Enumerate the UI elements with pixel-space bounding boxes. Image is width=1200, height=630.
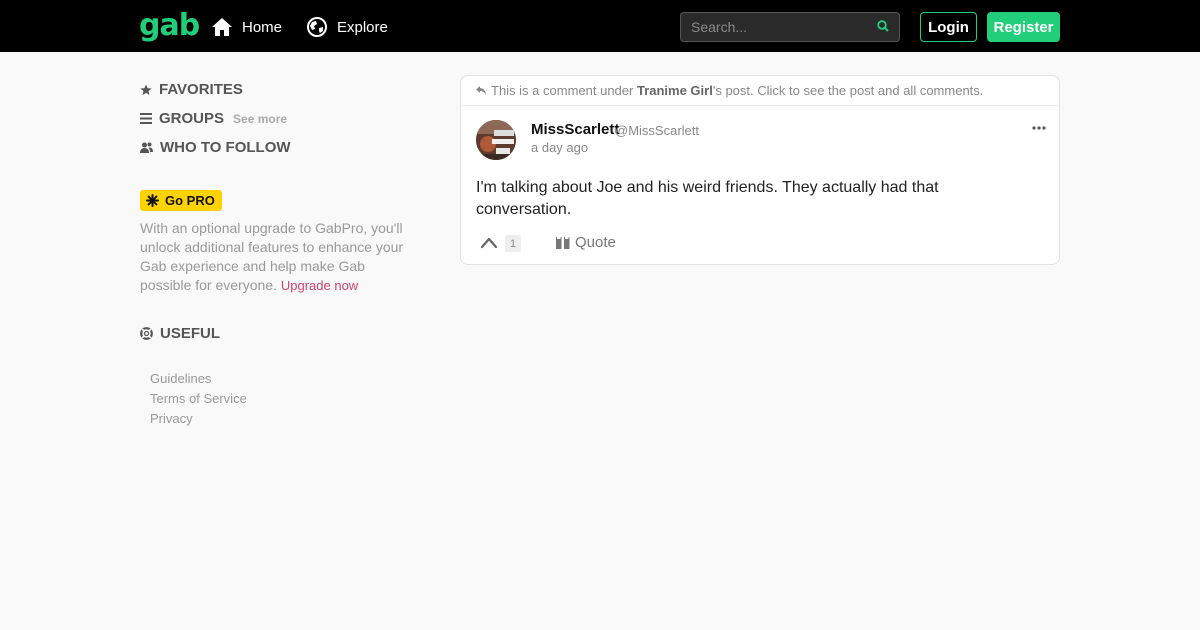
upgrade-now-link[interactable]: Upgrade now xyxy=(281,278,358,293)
gopro-label: Go PRO xyxy=(165,193,215,208)
avatar-image xyxy=(476,120,516,160)
quote-icon xyxy=(556,236,570,249)
search-icon[interactable] xyxy=(877,20,889,32)
avatar[interactable] xyxy=(476,120,516,160)
nav-explore[interactable]: Explore xyxy=(307,16,388,38)
home-icon xyxy=(212,18,232,36)
register-button[interactable]: Register xyxy=(987,12,1060,42)
privacy-link[interactable]: Privacy xyxy=(150,409,247,429)
gab-logo[interactable]: gab xyxy=(139,8,200,44)
upvote-icon[interactable] xyxy=(480,236,498,250)
login-button[interactable]: Login xyxy=(920,12,977,42)
comment-context-bar[interactable]: This is a comment under Tranime Girl's p… xyxy=(461,76,1059,106)
list-icon xyxy=(140,113,152,124)
search-input[interactable] xyxy=(681,13,871,41)
search-box xyxy=(680,12,900,42)
top-bar: gab Home Explore Login Register xyxy=(0,0,1200,52)
nav-explore-label: Explore xyxy=(337,18,388,36)
reply-icon xyxy=(476,86,486,95)
quote-label: Quote xyxy=(575,234,616,251)
post-timestamp[interactable]: a day ago xyxy=(531,140,588,155)
nav-home-label: Home xyxy=(242,18,283,36)
sidebar-item-who-to-follow[interactable]: WHO TO FOLLOW xyxy=(140,139,291,156)
lifebuoy-icon xyxy=(140,327,153,340)
useful-links: Guidelines Terms of Service Privacy xyxy=(150,369,247,429)
sidebar-item-useful: USEFUL xyxy=(140,325,220,342)
context-prefix: This is a comment under xyxy=(491,83,634,98)
sidebar-item-label: FAVORITES xyxy=(159,81,243,98)
sidebar-item-label: GROUPS xyxy=(159,110,225,127)
post-body: I'm talking about Joe and his weird frie… xyxy=(476,179,939,218)
nav-home[interactable]: Home xyxy=(212,16,282,38)
post-card: This is a comment under Tranime Girl's p… xyxy=(460,75,1060,265)
sidebar-item-groups[interactable]: GROUPS See more xyxy=(140,110,287,127)
context-suffix: 's post. Click to see the post and all c… xyxy=(712,83,984,98)
terms-of-service-link[interactable]: Terms of Service xyxy=(150,389,247,409)
globe-icon xyxy=(307,17,327,37)
gopro-text: With an optional upgrade to GabPro, you'… xyxy=(140,220,404,293)
star-icon xyxy=(140,84,152,95)
quote-button[interactable]: Quote xyxy=(556,234,616,251)
more-options-icon[interactable] xyxy=(1032,126,1046,130)
author-name[interactable]: MissScarlett xyxy=(531,121,619,138)
sidebar-item-label: WHO TO FOLLOW xyxy=(160,139,291,156)
author-handle[interactable]: @MissScarlett xyxy=(615,123,699,138)
guidelines-link[interactable]: Guidelines xyxy=(150,369,247,389)
gopro-description: With an optional upgrade to GabPro, you'… xyxy=(140,219,410,295)
gopro-badge[interactable]: Go PRO xyxy=(140,190,222,211)
asterisk-icon xyxy=(146,194,159,207)
context-user[interactable]: Tranime Girl xyxy=(637,83,713,98)
vote-count: 1 xyxy=(505,235,521,252)
sidebar-item-favorites[interactable]: FAVORITES xyxy=(140,81,243,98)
users-icon xyxy=(140,142,153,153)
groups-see-more-link[interactable]: See more xyxy=(233,112,287,126)
sidebar-item-label: USEFUL xyxy=(160,325,220,342)
